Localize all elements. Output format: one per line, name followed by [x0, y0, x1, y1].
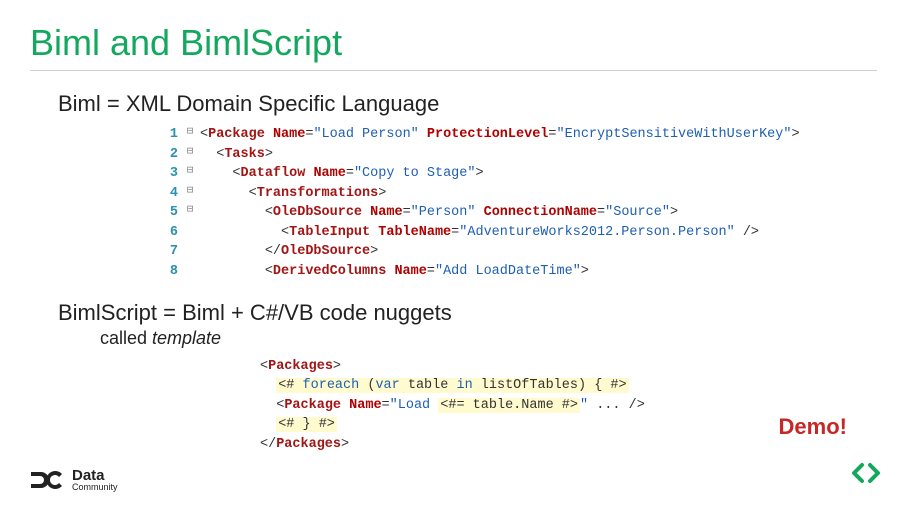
code-line: <# foreach (var table in listOfTables) {… [260, 376, 877, 396]
section1-heading: Biml = XML Domain Specific Language [58, 91, 877, 117]
section2-note-italic: template [152, 328, 221, 348]
footer-brand-bottom: Community [72, 483, 118, 492]
code-line: <Packages> [260, 357, 877, 377]
dc-logo-text: Data Community [72, 468, 118, 492]
section2-heading: BimlScript = Biml + C#/VB code nuggets [58, 300, 877, 326]
section2-note: called template [100, 328, 877, 349]
code-line: 4⊟ <Transformations> [160, 184, 877, 204]
code-line: 7 </OleDbSource> [160, 242, 877, 262]
footer-brand-top: Data [72, 468, 118, 483]
code-line: 1⊟<Package Name="Load Person" Protection… [160, 125, 877, 145]
title-divider [30, 70, 877, 71]
code-sample-biml: 1⊟<Package Name="Load Person" Protection… [160, 125, 877, 282]
slide-title: Biml and BimlScript [30, 22, 877, 64]
code-line: <Package Name="Load <#= table.Name #>" .… [260, 396, 877, 416]
code-line: 6 <TableInput TableName="AdventureWorks2… [160, 223, 877, 243]
section2-note-prefix: called [100, 328, 152, 348]
dc-logo-mark [30, 469, 64, 491]
footer-logo: Data Community [30, 468, 118, 492]
code-line: 2⊟ <Tasks> [160, 145, 877, 165]
code-line: 5⊟ <OleDbSource Name="Person" Connection… [160, 203, 877, 223]
demo-callout: Demo! [779, 414, 847, 440]
code-line: 3⊟ <Dataflow Name="Copy to Stage"> [160, 164, 877, 184]
code-line: 8 <DerivedColumns Name="Add LoadDateTime… [160, 262, 877, 282]
angle-brackets-icon [851, 461, 881, 490]
